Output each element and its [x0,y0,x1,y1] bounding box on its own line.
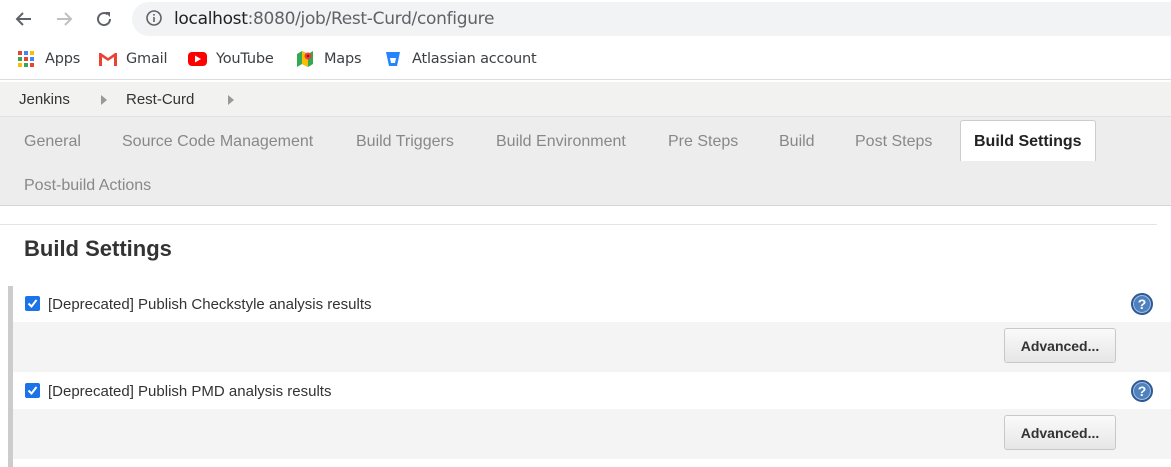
advanced-button[interactable]: Advanced... [1004,328,1116,363]
gmail-icon [98,50,117,68]
breadcrumb-job[interactable]: Rest-Curd [126,91,194,108]
section-title: Build Settings [24,236,172,261]
bookmark-label: Apps [45,51,81,67]
tab-source-code-management[interactable]: Source Code Management [122,133,313,151]
reload-icon[interactable] [92,7,116,31]
youtube-icon [188,50,207,68]
tab-post-build-actions[interactable]: Post-build Actions [24,177,151,195]
breadcrumb-arrow-icon[interactable] [228,95,234,105]
bookmarks-bar: Apps Gmail YouTube Maps Atlassian accoun… [0,38,1171,80]
bookmark-label: Gmail [126,51,168,67]
pmd-checkbox[interactable] [25,383,40,398]
bookmark-apps[interactable]: Apps [17,49,80,69]
tab-build-settings[interactable]: Build Settings [960,120,1096,161]
checkstyle-label: [Deprecated] Publish Checkstyle analysis… [48,296,372,313]
publisher-checkstyle-row: [Deprecated] Publish Checkstyle analysis… [13,286,1171,322]
help-icon[interactable]: ? [1131,293,1153,315]
checkstyle-options: Advanced... [13,322,1171,372]
bookmark-atlassian[interactable]: Atlassian account [384,49,537,69]
breadcrumb: Jenkins Rest-Curd [0,82,1171,117]
tab-pre-steps[interactable]: Pre Steps [668,133,738,151]
address-bar[interactable]: localhost:8080/job/Rest-Curd/configure [132,2,1171,36]
bookmark-label: Maps [324,51,362,67]
url-path: :8080/job/Rest-Curd/configure [247,9,495,29]
forward-arrow-icon[interactable] [52,7,76,31]
tab-build[interactable]: Build [779,133,815,151]
help-icon[interactable]: ? [1131,380,1153,402]
tab-build-environment[interactable]: Build Environment [496,133,626,151]
apps-grid-icon [17,50,35,68]
bookmark-gmail[interactable]: Gmail [98,49,168,69]
tab-general[interactable]: General [24,133,81,151]
url-host: localhost [174,9,248,29]
bookmark-youtube[interactable]: YouTube [188,49,274,69]
browser-toolbar: localhost:8080/job/Rest-Curd/configure [0,0,1171,38]
bookmark-label: Atlassian account [412,51,537,67]
back-arrow-icon[interactable] [12,7,36,31]
advanced-button[interactable]: Advanced... [1004,415,1116,450]
pmd-options: Advanced... [13,409,1171,459]
check-icon [27,386,38,396]
checkstyle-checkbox[interactable] [25,296,40,311]
breadcrumb-jenkins[interactable]: Jenkins [19,91,70,108]
atlassian-icon [384,50,402,68]
publisher-pmd-row: [Deprecated] Publish PMD analysis result… [13,373,1171,409]
pmd-label: [Deprecated] Publish PMD analysis result… [48,383,332,400]
tab-post-steps[interactable]: Post Steps [855,133,932,151]
section-divider [0,224,1157,225]
breadcrumb-arrow-icon[interactable] [101,95,107,105]
site-info-icon[interactable] [146,10,162,26]
url-text: localhost:8080/job/Rest-Curd/configure [174,9,494,29]
bookmark-label: YouTube [216,51,274,67]
check-icon [27,299,38,309]
maps-icon [296,50,314,68]
bookmark-maps[interactable]: Maps [296,49,362,69]
config-tabs: General Source Code Management Build Tri… [0,117,1171,206]
tab-build-triggers[interactable]: Build Triggers [356,133,454,151]
